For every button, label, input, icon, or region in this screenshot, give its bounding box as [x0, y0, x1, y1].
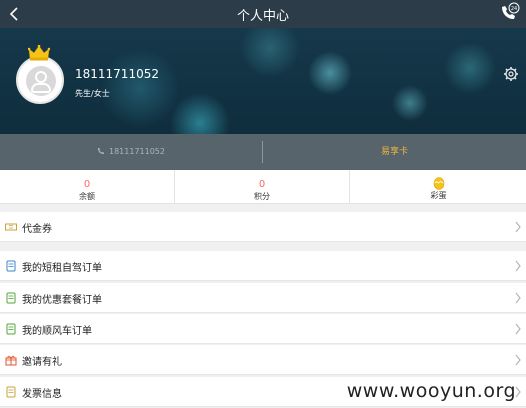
crown-icon	[28, 45, 50, 61]
menu-invite-gift[interactable]: 邀请有礼	[0, 345, 526, 375]
stat-easter-egg[interactable]: 彩蛋	[351, 170, 526, 204]
balance-value: 0	[83, 179, 91, 190]
balance-label: 余额	[79, 192, 95, 201]
invoice-icon	[6, 386, 16, 398]
easy-card-link[interactable]: 易享卡	[263, 134, 526, 170]
stat-balance[interactable]: 0 余额	[0, 170, 175, 204]
page-title: 个人中心	[236, 9, 289, 24]
chevron-right-icon	[515, 292, 521, 304]
chevron-right-icon	[515, 221, 521, 233]
stats-bar: 0 余额 0 积分 彩蛋	[0, 170, 526, 204]
menu-label: 我的优惠套餐订单	[22, 295, 102, 306]
user-phone: 18111711052	[75, 67, 159, 81]
menu-carpool-orders[interactable]: 我的顺风车订单	[0, 314, 526, 344]
points-label: 积分	[254, 192, 270, 201]
menu-label: 邀请有礼	[22, 357, 62, 368]
menu-label: 我的短租自驾订单	[22, 263, 102, 274]
user-avatar-icon	[26, 66, 56, 96]
menu-label: 我的顺风车订单	[22, 326, 92, 337]
avatar[interactable]	[16, 56, 64, 104]
package-icon	[6, 292, 16, 304]
gift-icon	[5, 355, 17, 366]
stat-points[interactable]: 0 积分	[175, 170, 350, 204]
points-value: 0	[258, 179, 266, 190]
phone-icon	[98, 148, 104, 154]
voucher-icon	[5, 223, 17, 231]
watermark-text: www.wooyun.org	[346, 380, 516, 402]
egg-icon	[433, 177, 444, 190]
menu-voucher[interactable]: 代金券	[0, 212, 526, 242]
menu-package-orders[interactable]: 我的优惠套餐订单	[0, 283, 526, 313]
menu-rental-orders[interactable]: 我的短租自驾订单	[0, 251, 526, 281]
user-title: 先生/女士	[75, 89, 110, 98]
strip-phone[interactable]: 18111711052	[0, 134, 262, 170]
phone-24-icon[interactable]: 24	[498, 2, 520, 24]
easter-egg-label: 彩蛋	[430, 191, 447, 200]
gear-icon[interactable]	[503, 66, 519, 82]
menu-label: 发票信息	[22, 389, 62, 400]
profile-banner	[0, 28, 526, 134]
chevron-right-icon	[515, 323, 521, 335]
carpool-icon	[6, 323, 16, 335]
chevron-right-icon	[515, 260, 521, 272]
phone-badge: 24	[511, 6, 517, 12]
menu-label: 代金券	[22, 224, 52, 235]
page: 个人中心 24 18111711052 先生/女士 18111711052 易享…	[0, 0, 526, 408]
chevron-right-icon	[515, 354, 521, 366]
top-nav-bar: 个人中心 24	[0, 0, 526, 28]
info-strip: 18111711052 易享卡	[0, 134, 526, 170]
order-icon	[6, 260, 16, 272]
